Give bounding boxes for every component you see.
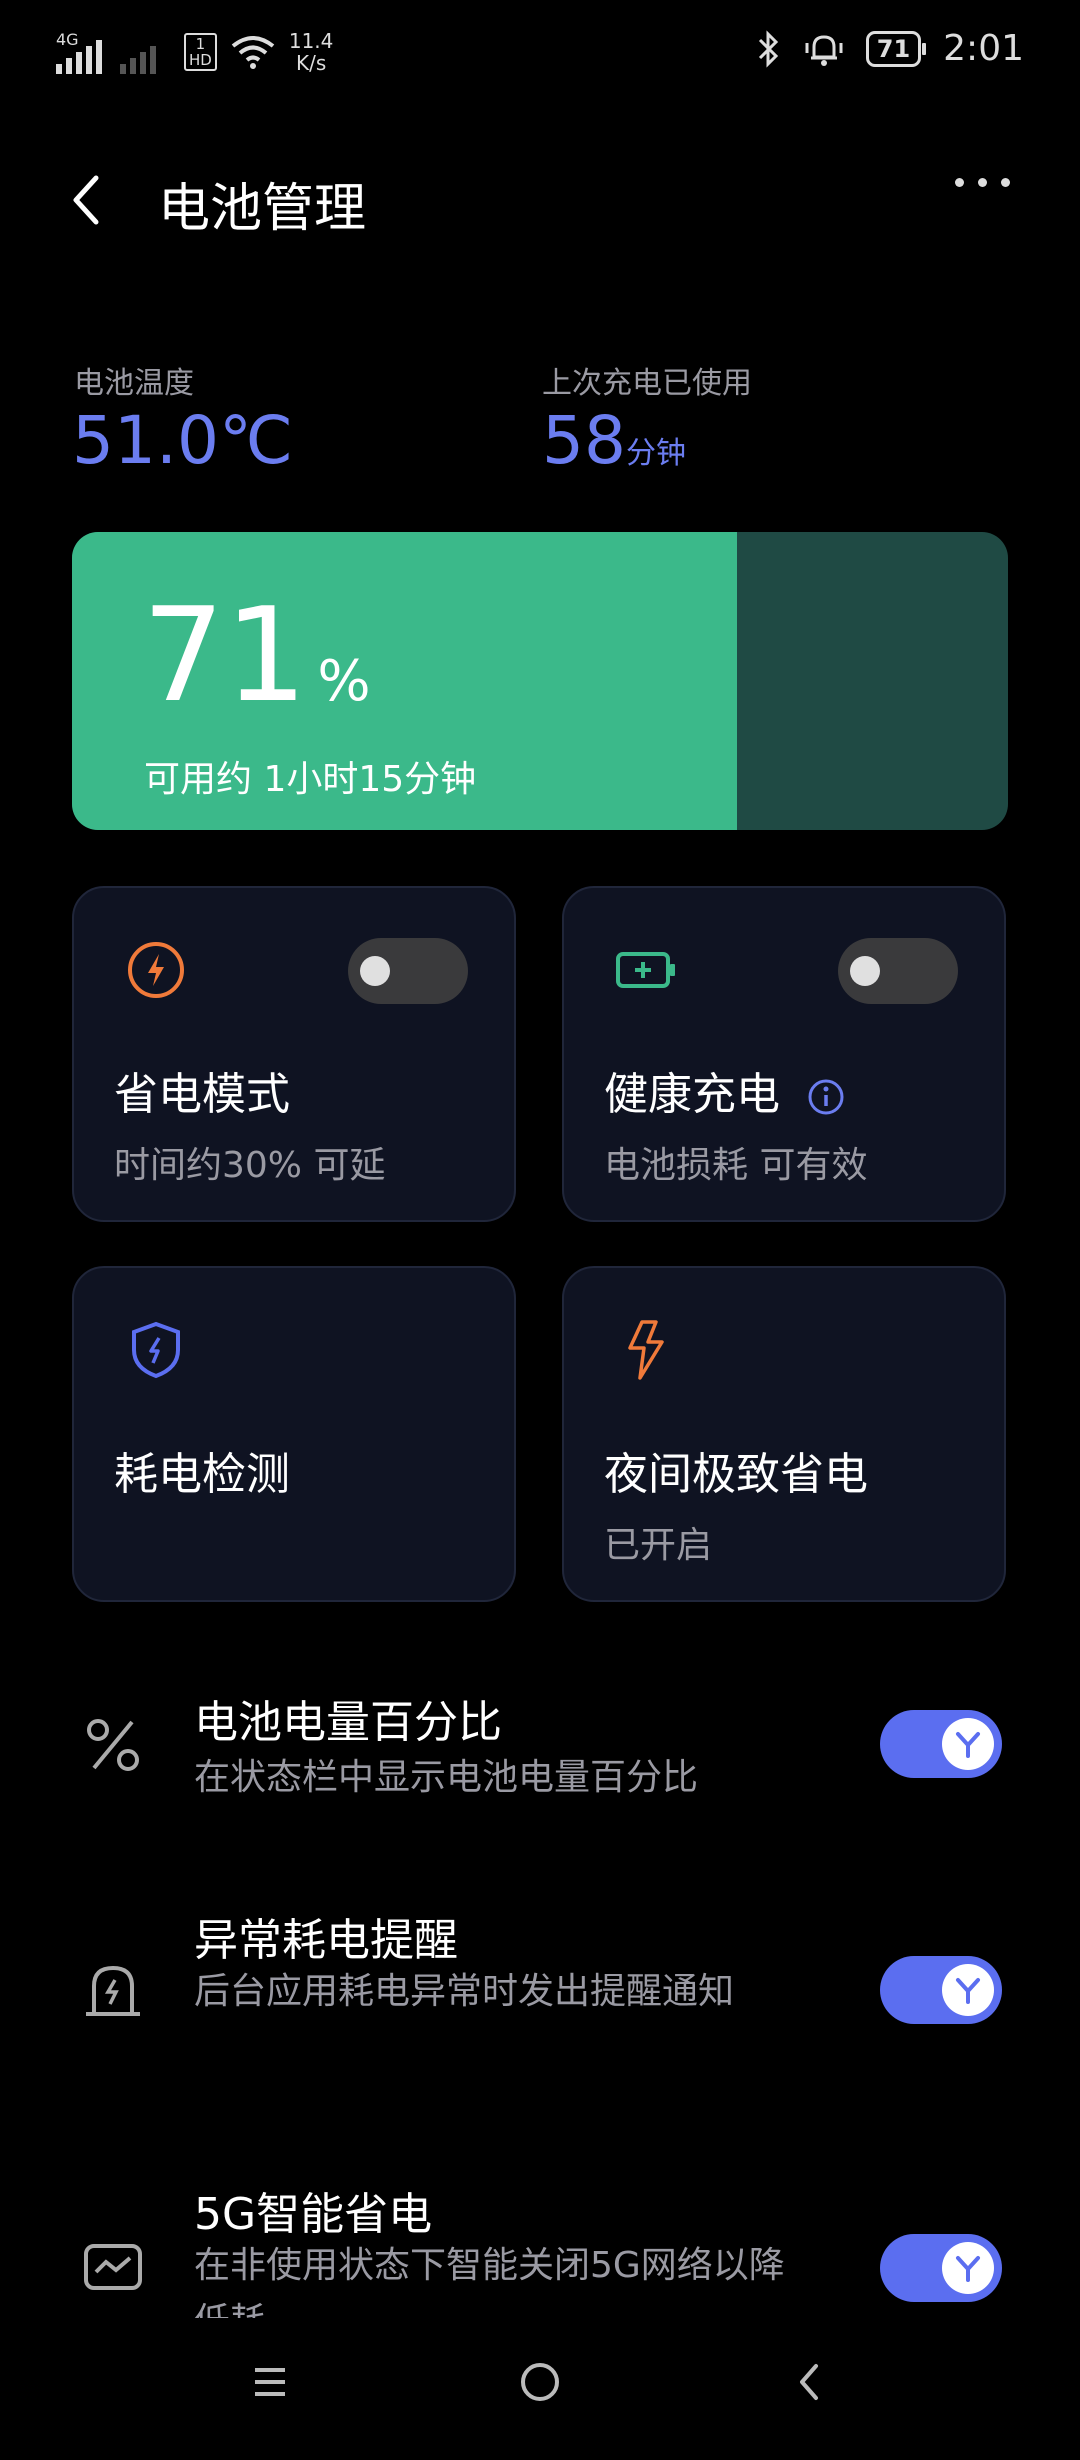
setting-title: 5G智能省电 <box>194 2189 433 2240</box>
setting-subtitle: 后台应用耗电异常时发出提醒通知 <box>194 1971 735 2012</box>
lightning-icon <box>628 1320 664 1380</box>
5g-smart-saving-toggle[interactable] <box>880 2234 1002 2302</box>
setting-title: 异常耗电提醒 <box>194 1915 458 1966</box>
status-bar: 4G 1 HD 11.4 K/s 71 2:01 <box>0 0 1080 110</box>
tile-title: 省电模式 <box>114 1069 290 1120</box>
menu-icon[interactable] <box>252 2362 288 2402</box>
check-icon <box>956 1978 980 2004</box>
tile-title: 夜间极致省电 <box>604 1449 868 1500</box>
setting-row-abnormal-drain-alert[interactable]: 异常耗电提醒 后台应用耗电异常时发出提醒通知 <box>0 1904 1080 2094</box>
battery-remaining-time: 可用约 1小时15分钟 <box>144 759 477 800</box>
battery-percent: 71% <box>142 579 371 731</box>
network-speed: 11.4 K/s <box>288 29 334 75</box>
setting-row-battery-percentage[interactable]: 电池电量百分比 在状态栏中显示电池电量百分比 <box>0 1680 1080 1820</box>
setting-row-5g-smart-saving[interactable]: 5G智能省电 在非使用状态下智能关闭5G网络以降低耗 <box>0 2178 1080 2318</box>
alert-bolt-icon <box>86 1965 140 2016</box>
more-options-icon[interactable] <box>955 178 1010 187</box>
battery-plus-icon <box>616 952 675 988</box>
back-nav-icon[interactable] <box>794 2360 824 2404</box>
battery-temp-value: 51.0℃ <box>72 402 294 479</box>
battery-percentage-toggle[interactable] <box>880 1710 1002 1778</box>
hd-badge: 1 HD <box>184 33 217 71</box>
navigation-bar <box>0 2320 1080 2460</box>
tile-power-saving[interactable]: 省电模式 时间约30% 可延 <box>72 886 516 1222</box>
signal-2-icon <box>120 30 170 74</box>
setting-subtitle: 在状态栏中显示电池电量百分比 <box>194 1757 699 1798</box>
clock: 2:01 <box>943 28 1024 69</box>
tile-subtitle: 电池损耗 可有效 <box>604 1145 868 1186</box>
battery-temp-label: 电池温度 <box>74 366 194 401</box>
tile-title: 耗电检测 <box>114 1449 290 1500</box>
info-icon[interactable] <box>806 1077 846 1117</box>
tile-subtitle: 时间约30% 可延 <box>114 1145 386 1186</box>
home-icon[interactable] <box>518 2360 562 2404</box>
last-charge-value: 58分钟 <box>542 402 686 479</box>
wave-icon <box>84 2244 142 2290</box>
setting-title: 电池电量百分比 <box>194 1697 502 1748</box>
percent-icon <box>87 1719 139 1771</box>
check-icon <box>956 1732 980 1758</box>
shield-bolt-icon <box>132 1321 180 1379</box>
tile-night-power-saving[interactable]: 夜间极致省电 已开启 <box>562 1266 1006 1602</box>
healthy-charging-toggle[interactable] <box>838 938 958 1004</box>
signal-4g-icon: 4G <box>56 30 106 74</box>
check-icon <box>956 2256 980 2282</box>
last-charge-label: 上次充电已使用 <box>542 366 752 401</box>
abnormal-drain-toggle[interactable] <box>880 1956 1002 2024</box>
back-arrow-icon[interactable] <box>66 170 106 230</box>
tile-power-detection[interactable]: 耗电检测 <box>72 1266 516 1602</box>
page-title: 电池管理 <box>158 179 367 239</box>
bluetooth-icon <box>758 29 778 68</box>
bell-vibrate-icon <box>805 34 843 66</box>
battery-level-card: 71% 可用约 1小时15分钟 <box>72 532 1008 830</box>
tile-subtitle: 已开启 <box>604 1525 713 1566</box>
wifi-icon <box>231 36 275 69</box>
setting-subtitle: 在非使用状态下智能关闭5G网络以降低耗 <box>194 2245 785 2318</box>
tile-healthy-charging[interactable]: 健康充电 电池损耗 可有效 <box>562 886 1006 1222</box>
battery-status-icon: 71 <box>865 30 927 67</box>
power-saving-toggle[interactable] <box>348 938 468 1004</box>
tile-title: 健康充电 <box>604 1058 846 1122</box>
bolt-circle-icon <box>128 942 184 998</box>
